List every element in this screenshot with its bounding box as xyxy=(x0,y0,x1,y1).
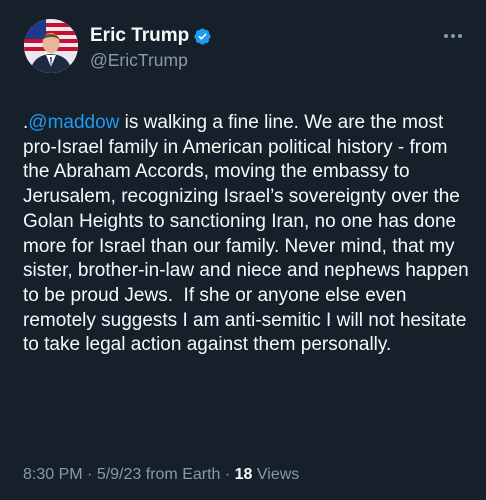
meta-separator-2: · xyxy=(220,466,235,483)
mention-link[interactable]: @maddow xyxy=(28,112,119,133)
views-label: Views xyxy=(252,466,300,483)
verified-badge-icon xyxy=(193,27,212,46)
tweet-text-body: is walking a fine line. We are the most … xyxy=(23,112,475,356)
meta-separator: · xyxy=(82,466,97,483)
author-name-row[interactable]: Eric Trump xyxy=(90,24,212,48)
avatar[interactable] xyxy=(24,19,78,73)
tweet-text: .@maddow is walking a fine line. We are … xyxy=(23,111,473,358)
profile-photo-icon xyxy=(24,19,78,73)
tweet-source: from Earth xyxy=(141,466,221,483)
author-handle[interactable]: @EricTrump xyxy=(90,49,188,71)
more-options-icon[interactable] xyxy=(442,28,464,38)
tweet-time[interactable]: 8:30 PM xyxy=(23,466,83,483)
views-count: 18 xyxy=(234,466,253,483)
tweet-date[interactable]: 5/9/23 xyxy=(97,466,141,483)
tweet: Eric Trump @EricTrump .@maddow is walkin… xyxy=(0,0,486,500)
author-name[interactable]: Eric Trump xyxy=(90,24,189,48)
tweet-meta: 8:30 PM · 5/9/23 from Earth · 18 Views xyxy=(23,465,299,485)
